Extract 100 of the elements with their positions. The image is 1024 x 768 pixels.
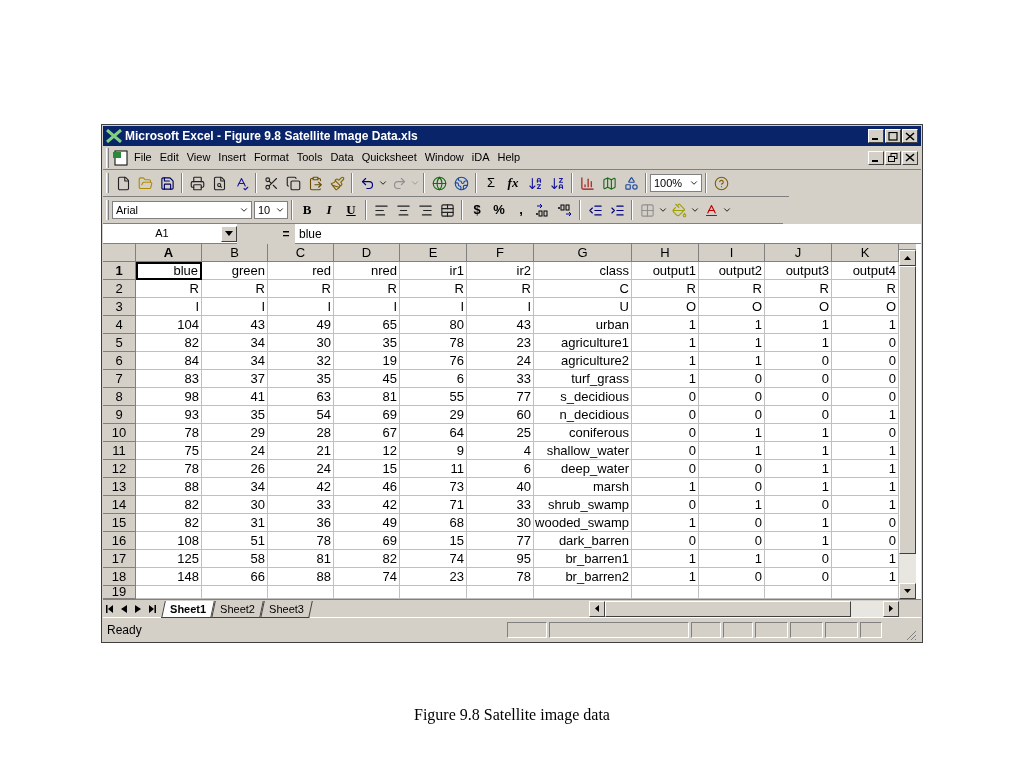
restore-button[interactable] [885, 150, 901, 165]
table-cell: 148 [136, 568, 202, 586]
menu-item[interactable]: Quicksheet [357, 149, 421, 166]
row-header[interactable]: 13 [103, 478, 136, 496]
column-header[interactable]: B [202, 244, 268, 262]
table-cell: shrub_swamp [534, 496, 632, 514]
zoom-combo[interactable]: 100% [650, 174, 702, 192]
bold-button[interactable]: B [296, 200, 318, 220]
select-all-corner[interactable] [103, 244, 136, 262]
scroll-left-button[interactable] [589, 600, 605, 617]
font-size-combo[interactable]: 10 [254, 201, 288, 219]
row-header[interactable]: 16 [103, 532, 136, 550]
table-cell: marsh [534, 478, 632, 496]
row-header[interactable]: 6 [103, 352, 136, 370]
column-header[interactable]: K [832, 244, 899, 262]
column-header[interactable]: A [136, 244, 202, 262]
scroll-down-button[interactable] [899, 583, 916, 599]
menu-item[interactable]: File [130, 149, 156, 166]
table-cell: 1 [699, 424, 765, 442]
row-header[interactable]: 18 [103, 568, 136, 586]
menu-item[interactable]: Window [420, 149, 468, 166]
table-cell: s_decidious [534, 388, 632, 406]
row-header[interactable]: 2 [103, 280, 136, 298]
vertical-scrollbar[interactable] [899, 244, 916, 599]
scroll-thumb[interactable] [899, 266, 916, 554]
column-header[interactable]: D [334, 244, 400, 262]
table-cell: 0 [699, 532, 765, 550]
table-cell: 26 [202, 460, 268, 478]
maximize-button[interactable] [885, 129, 901, 143]
menu-item[interactable]: Data [326, 149, 358, 166]
horizontal-scrollbar[interactable] [589, 600, 899, 617]
italic-button[interactable]: I [318, 200, 340, 220]
font-combo[interactable]: Arial [112, 201, 252, 219]
row-header[interactable]: 19 [103, 586, 136, 599]
column-header[interactable]: J [765, 244, 832, 262]
sheet-tab[interactable]: Sheet3 [260, 600, 313, 618]
table-cell: 78 [268, 532, 334, 550]
close-button[interactable] [902, 150, 918, 165]
row-header[interactable]: 1 [103, 262, 136, 280]
table-cell: 0 [632, 424, 699, 442]
menu-item[interactable]: Tools [292, 149, 327, 166]
row-header[interactable]: 15 [103, 514, 136, 532]
row-header[interactable]: 17 [103, 550, 136, 568]
scroll-up-button[interactable] [899, 250, 916, 266]
menu-item[interactable]: Help [493, 149, 525, 166]
percent-button[interactable]: % [488, 200, 510, 220]
table-cell: 35 [334, 334, 400, 352]
row-header[interactable]: 10 [103, 424, 136, 442]
row-header[interactable]: 9 [103, 406, 136, 424]
row-header[interactable]: 8 [103, 388, 136, 406]
row-header[interactable]: 12 [103, 460, 136, 478]
table-cell: agriculture2 [534, 352, 632, 370]
scroll-thumb[interactable] [605, 600, 851, 617]
table-cell: class [534, 262, 632, 280]
table-cell: R [765, 280, 832, 298]
row-header[interactable]: 7 [103, 370, 136, 388]
table-cell: 108 [136, 532, 202, 550]
chart-wizard-icon [579, 175, 595, 191]
column-header[interactable]: C [268, 244, 334, 262]
minimize-button[interactable] [868, 150, 884, 165]
column-header[interactable]: G [534, 244, 632, 262]
table-cell: deep_water [534, 460, 632, 478]
column-header[interactable]: I [699, 244, 765, 262]
column-header[interactable]: F [467, 244, 534, 262]
formula-input[interactable]: blue [295, 224, 921, 243]
row-header[interactable]: 4 [103, 316, 136, 334]
table-cell: urban [534, 316, 632, 334]
first-arrow-icon [106, 604, 114, 613]
row-header[interactable]: 11 [103, 442, 136, 460]
menu-item[interactable]: Insert [214, 149, 250, 166]
function-button[interactable]: fx [502, 173, 524, 193]
sheet-tab[interactable]: Sheet2 [211, 600, 264, 618]
decrease-indent-icon [587, 202, 603, 218]
close-button[interactable] [902, 129, 918, 143]
menu-item[interactable]: iDA [467, 149, 494, 166]
column-header[interactable]: H [632, 244, 699, 262]
scroll-right-button[interactable] [883, 600, 899, 617]
menu-item[interactable]: Edit [155, 149, 183, 166]
row-header[interactable]: 3 [103, 298, 136, 316]
row-header[interactable]: 14 [103, 496, 136, 514]
borders-icon [639, 202, 655, 218]
sheet-tab[interactable]: Sheet1 [161, 600, 215, 618]
table-cell: 1 [765, 514, 832, 532]
autosum-button[interactable]: Σ [480, 173, 502, 193]
currency-button[interactable]: $ [466, 200, 488, 220]
table-cell: output1 [632, 262, 699, 280]
table-cell: 0 [632, 388, 699, 406]
table-cell: 1 [765, 532, 832, 550]
row-header[interactable]: 5 [103, 334, 136, 352]
resize-grip-icon [905, 629, 917, 641]
column-header[interactable]: E [400, 244, 467, 262]
restore-icon [888, 153, 898, 162]
menu-item[interactable]: Format [249, 149, 293, 166]
menu-item[interactable]: View [182, 149, 215, 166]
name-box-dropdown[interactable] [221, 225, 237, 242]
table-cell: 69 [334, 532, 400, 550]
comma-button[interactable]: , [510, 200, 532, 220]
underline-button[interactable]: U [340, 200, 362, 220]
minimize-button[interactable] [868, 129, 884, 143]
name-box[interactable]: A1 [103, 224, 221, 243]
